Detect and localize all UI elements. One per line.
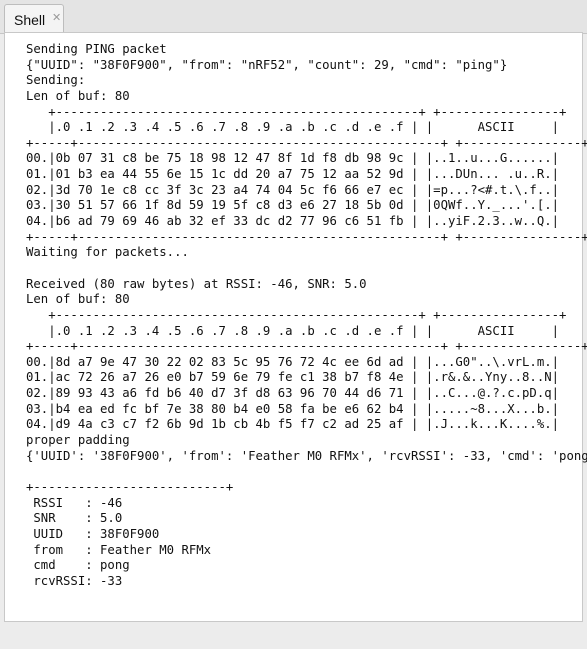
shell-window: Shell ✕ Sending PING packet {"UUID": "38F… xyxy=(0,0,587,649)
tab-bar: Shell ✕ xyxy=(0,0,587,34)
console-line: RSSI : -46 xyxy=(26,495,123,510)
console-line: 02.|89 93 43 a6 fd b6 40 d7 3f d8 63 96 … xyxy=(26,386,560,401)
console-line: 04.|b6 ad 79 69 46 ab 32 ef 33 dc d2 77 … xyxy=(26,214,560,229)
console-line: +---------------------------------------… xyxy=(26,307,567,322)
console-line: 04.|d9 4a c3 c7 f2 6b 9d 1b cb 4b f5 f7 … xyxy=(26,417,560,432)
tab-shell-label: Shell xyxy=(14,12,46,28)
console-line: from : Feather M0 RFMx xyxy=(26,542,212,557)
console-line: Sending: xyxy=(26,73,86,88)
window-bottom-strip xyxy=(0,622,587,649)
console-line: 00.|0b 07 31 c8 be 75 18 98 12 47 8f 1d … xyxy=(26,151,560,166)
console-line: proper padding xyxy=(26,433,130,448)
console-line: |.0 .1 .2 .3 .4 .5 .6 .7 .8 .9 .a .b .c … xyxy=(26,323,560,338)
console-line: Waiting for packets... xyxy=(26,245,189,260)
console-line: cmd : pong xyxy=(26,558,130,573)
console-line: 01.|01 b3 ea 44 55 6e 15 1c dd 20 a7 75 … xyxy=(26,167,560,182)
console-line: Len of buf: 80 xyxy=(26,88,130,103)
console-line: +---------------------------------------… xyxy=(26,104,567,119)
console-line: +-----+---------------------------------… xyxy=(26,135,587,150)
console-line: 03.|30 51 57 66 1f 8d 59 19 5f c8 d3 e6 … xyxy=(26,198,560,213)
console-line: {'UUID': '38F0F900', 'from': 'Feather M0… xyxy=(26,448,587,463)
console-line: Received (80 raw bytes) at RSSI: -46, SN… xyxy=(26,276,367,291)
console-line: Len of buf: 80 xyxy=(26,292,130,307)
console-line: 00.|8d a7 9e 47 30 22 02 83 5c 95 76 72 … xyxy=(26,354,560,369)
console-line: Sending PING packet xyxy=(26,42,167,56)
console-line: 03.|b4 ea ed fc bf 7e 38 80 b4 e0 58 fa … xyxy=(26,401,560,416)
tab-shell[interactable]: Shell ✕ xyxy=(4,4,64,33)
console-line: rcvRSSI: -33 xyxy=(26,573,123,588)
close-icon[interactable]: ✕ xyxy=(52,11,61,24)
console-line: 02.|3d 70 1e c8 cc 3f 3c 23 a4 74 04 5c … xyxy=(26,182,560,197)
console-line: {"UUID": "38F0F900", "from": "nRF52", "c… xyxy=(26,57,508,72)
console-line: UUID : 38F0F900 xyxy=(26,526,160,541)
console-line: 01.|ac 72 26 a7 26 e0 b7 59 6e 79 fe c1 … xyxy=(26,370,560,385)
console-line: +-----+---------------------------------… xyxy=(26,339,587,354)
shell-console-panel[interactable]: Sending PING packet {"UUID": "38F0F900", … xyxy=(4,32,587,622)
console-line: +-----+---------------------------------… xyxy=(26,229,587,244)
console-output: Sending PING packet {"UUID": "38F0F900", … xyxy=(26,42,587,589)
console-line: |.0 .1 .2 .3 .4 .5 .6 .7 .8 .9 .a .b .c … xyxy=(26,120,560,135)
console-line: SNR : 5.0 xyxy=(26,511,123,526)
console-line: +--------------------------+ xyxy=(26,479,234,494)
